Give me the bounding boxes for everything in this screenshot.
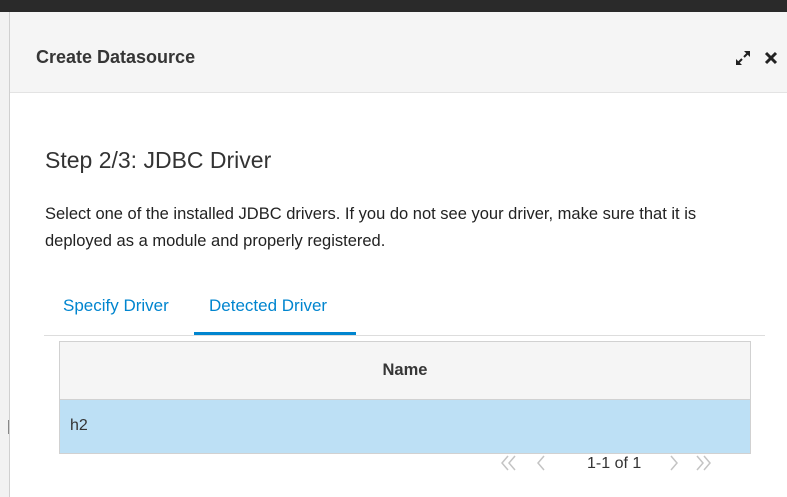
background-divider <box>8 420 9 434</box>
dialog-title: Create Datasource <box>36 47 196 67</box>
driver-tabs: Specify Driver Detected Driver <box>44 279 765 336</box>
table-row[interactable]: h2 <box>60 400 750 453</box>
background-window-edge <box>0 12 10 497</box>
step-title: Step 2/3: JDBC Driver <box>45 147 272 173</box>
tab-specify-driver[interactable]: Specify Driver <box>44 279 194 334</box>
table-cell-name: h2 <box>70 417 88 434</box>
tab-detected-driver[interactable]: Detected Driver <box>194 279 356 335</box>
background-window-bar <box>0 0 787 12</box>
chevron-right-icon[interactable] <box>668 453 680 478</box>
chevron-left-icon[interactable] <box>535 453 547 478</box>
pager-label: 1-1 of 1 <box>587 455 642 472</box>
create-datasource-dialog: Create Datasource Step 2/3: JDBC Driver … <box>10 12 787 497</box>
double-chevron-right-icon[interactable] <box>694 453 712 478</box>
dialog-header: Create Datasource <box>10 12 787 93</box>
tab-specify-driver-label: Specify Driver <box>63 296 169 315</box>
table-header: Name <box>60 342 750 400</box>
drivers-table: Name h2 <box>59 341 751 454</box>
double-chevron-left-icon[interactable] <box>500 453 518 478</box>
column-header-name[interactable]: Name <box>60 361 750 380</box>
step-description: Select one of the installed JDBC drivers… <box>45 205 697 250</box>
active-tab-indicator <box>194 332 356 335</box>
tab-detected-driver-label: Detected Driver <box>209 296 328 315</box>
close-icon[interactable] <box>762 49 780 67</box>
maximize-icon[interactable] <box>734 49 752 67</box>
